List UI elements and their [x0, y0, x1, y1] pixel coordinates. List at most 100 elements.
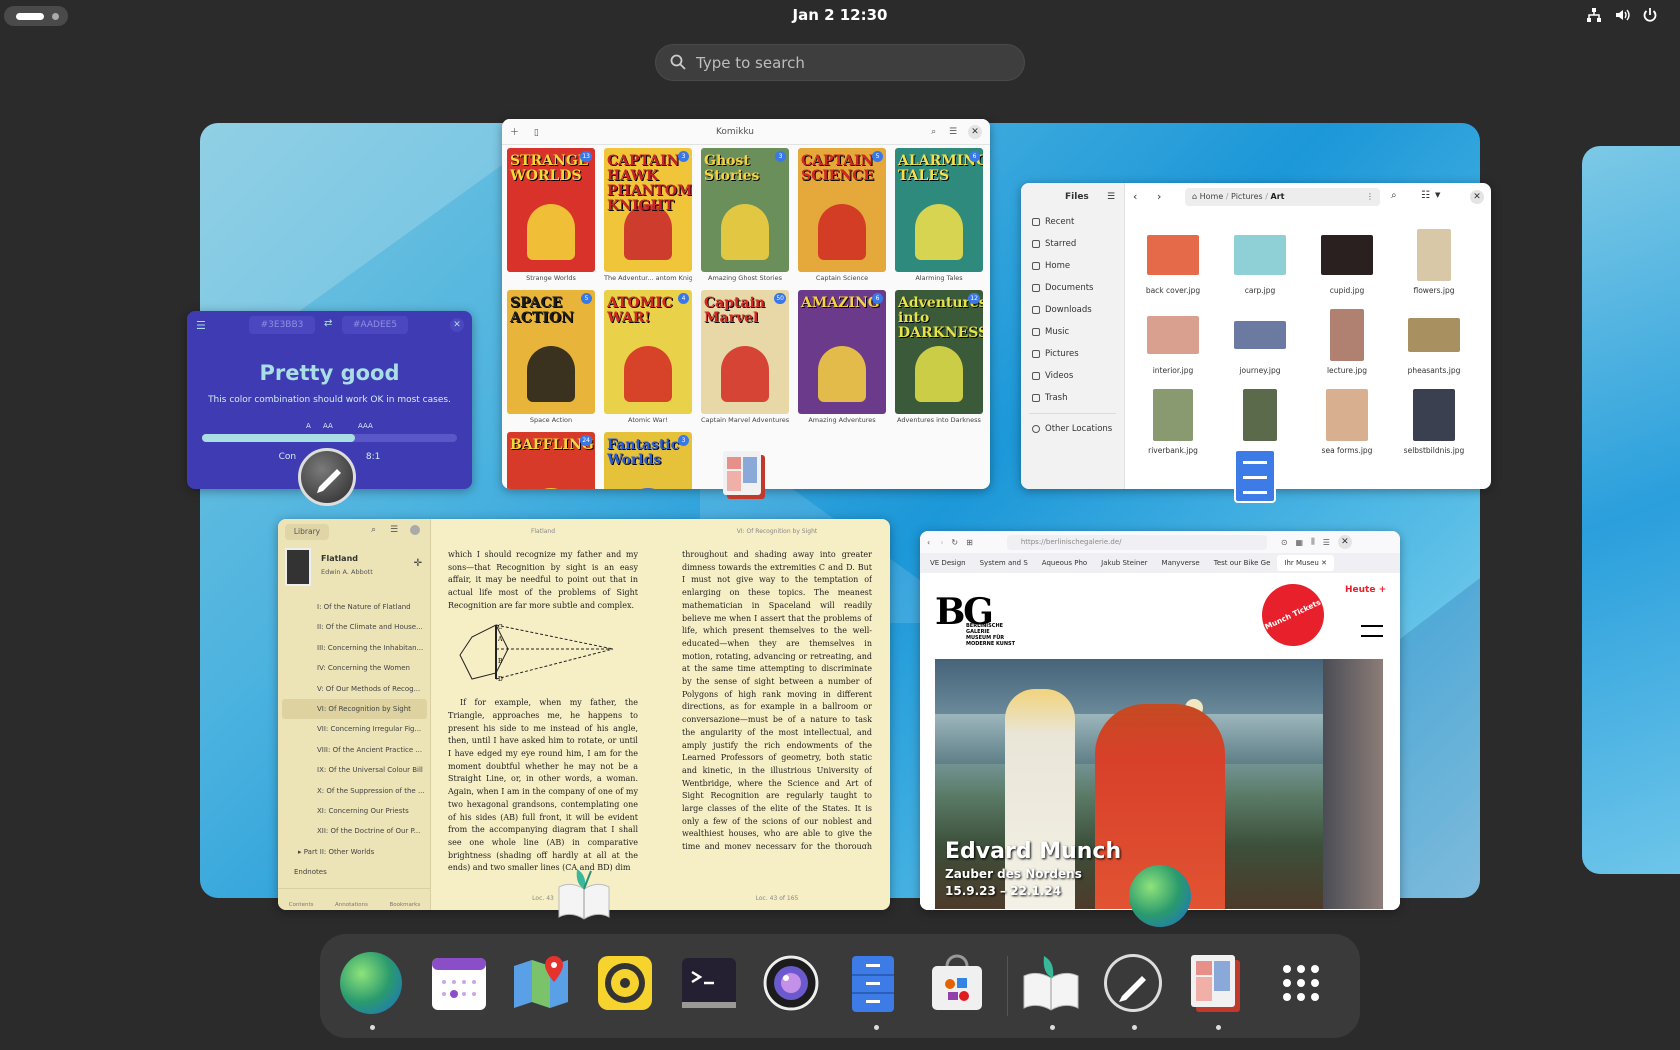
- comic-item[interactable]: BAFFLING 24: [507, 432, 595, 489]
- toc-item[interactable]: IX: Of the Universal Colour Bill: [278, 760, 431, 780]
- hamburger-menu-icon[interactable]: [1361, 625, 1383, 637]
- file-item[interactable]: lecture.jpg: [1305, 307, 1389, 387]
- toc-item[interactable]: II: Of the Climate and House...: [278, 617, 431, 637]
- comic-item[interactable]: CAPTAIN SCIENCE 5 Captain Science: [798, 148, 886, 284]
- comic-item[interactable]: Adventures into DARKNESS 12 Adventures int…: [895, 290, 983, 426]
- add-icon[interactable]: ＋: [510, 128, 519, 138]
- browser-window[interactable]: ‹ › ↻ ⊞ https://berlinischegalerie.de/ ⊙…: [920, 531, 1400, 910]
- sidebar-item-trash[interactable]: Trash: [1021, 387, 1124, 409]
- dock-terminal[interactable]: [678, 952, 742, 1016]
- comic-item[interactable]: CAPTAIN HAWK PHANTOM KNIGHT 3 The Adventur…: [604, 148, 692, 284]
- sidebar-item-music[interactable]: Music: [1021, 321, 1124, 343]
- dock-files[interactable]: [842, 952, 906, 1016]
- library-icon[interactable]: ⫼: [1311, 537, 1315, 547]
- search-bar[interactable]: [655, 44, 1025, 81]
- toc-item[interactable]: XI: Concerning Our Priests: [278, 801, 431, 821]
- tab-contents[interactable]: Contents: [289, 889, 314, 910]
- breadcrumb-art[interactable]: Art: [1271, 192, 1285, 201]
- file-item[interactable]: sea forms.jpg: [1305, 387, 1389, 467]
- chevron-down-icon[interactable]: ▼: [1435, 191, 1440, 199]
- url-field[interactable]: https://berlinischegalerie.de/: [1006, 534, 1267, 550]
- breadcrumb-pictures[interactable]: Pictures: [1231, 192, 1263, 201]
- dock-reader[interactable]: [1020, 952, 1084, 1016]
- comic-item[interactable]: Captain Marvel 50 Captain Marvel Adventure…: [701, 290, 789, 426]
- tab-annotations[interactable]: Annotations: [335, 889, 368, 910]
- toc-item[interactable]: III: Concerning the Inhabitan...: [278, 638, 431, 658]
- toc-item[interactable]: ▸ Part II: Other Worlds: [278, 842, 431, 862]
- search-icon[interactable]: ⌕: [1391, 190, 1397, 201]
- volume-icon[interactable]: [1614, 7, 1630, 23]
- system-tray[interactable]: [1586, 7, 1658, 23]
- tab-bookmarks[interactable]: Bookmarks: [389, 889, 420, 910]
- comic-item[interactable]: ATOMIC WAR! 4 Atomic War!: [604, 290, 692, 426]
- workspace-thumbnail-next[interactable]: [1582, 146, 1680, 874]
- toc-item[interactable]: VI: Of Recognition by Sight: [282, 698, 427, 720]
- bookmark-icon[interactable]: ▯: [534, 128, 539, 138]
- sidebar-item-home[interactable]: Home: [1021, 255, 1124, 277]
- close-icon[interactable]: ✕: [1337, 535, 1352, 549]
- sidebar-item-recent[interactable]: Recent: [1021, 211, 1124, 233]
- more-icon[interactable]: ⋮: [1366, 188, 1374, 206]
- menu-icon[interactable]: ☰: [949, 127, 957, 137]
- sidebar-item-pictures[interactable]: Pictures: [1021, 343, 1124, 365]
- forward-icon[interactable]: ›: [1157, 190, 1161, 203]
- breadcrumb[interactable]: ⌂ Home / Pictures / Art ⋮: [1185, 188, 1380, 206]
- power-icon[interactable]: [1642, 7, 1658, 23]
- toc-item[interactable]: XII: Of the Doctrine of Our P...: [278, 821, 431, 841]
- browser-tab[interactable]: Aqueous Pho: [1035, 559, 1094, 567]
- close-tab-icon[interactable]: ✕: [1319, 559, 1327, 567]
- toc-item[interactable]: VIII: Of the Ancient Practice ...: [278, 740, 431, 760]
- dock-camera[interactable]: [760, 952, 824, 1016]
- view-list-icon[interactable]: ☷: [1421, 190, 1430, 201]
- search-icon[interactable]: ⌕: [931, 127, 936, 137]
- sidebar-item-starred[interactable]: Starred: [1021, 233, 1124, 255]
- toc-item[interactable]: I: Of the Nature of Flatland: [278, 597, 431, 617]
- network-icon[interactable]: [1586, 7, 1602, 23]
- library-button[interactable]: Library: [285, 524, 329, 540]
- toc-item[interactable]: Endnotes: [278, 862, 431, 882]
- file-item[interactable]: cupid.jpg: [1305, 227, 1389, 307]
- sidebar-item-videos[interactable]: Videos: [1021, 365, 1124, 387]
- dock-contrast[interactable]: [1102, 952, 1166, 1016]
- browser-tab[interactable]: Jakub Steiner: [1094, 559, 1154, 567]
- activities-button[interactable]: [4, 6, 68, 26]
- sidebar-item-documents[interactable]: Documents: [1021, 277, 1124, 299]
- sidebar-item-downloads[interactable]: Downloads: [1021, 299, 1124, 321]
- foreground-color-field[interactable]: #3E3BB3: [249, 316, 315, 334]
- comic-item[interactable]: SPACE ACTION 5 Space Action: [507, 290, 595, 426]
- dock-maps[interactable]: [510, 952, 574, 1016]
- close-icon[interactable]: ✕: [1470, 190, 1484, 204]
- browser-tab[interactable]: Ihr Museu ✕: [1277, 555, 1334, 571]
- comic-item[interactable]: Ghost Stories 3 Amazing Ghost Stories: [701, 148, 789, 284]
- extensions-icon[interactable]: ▦: [1296, 538, 1304, 547]
- files-window[interactable]: Files ☰ Recent Starred Home Documents Downlo…: [1021, 183, 1491, 489]
- tickets-badge[interactable]: Munch Tickets: [1251, 573, 1335, 657]
- close-icon[interactable]: ✕: [968, 124, 982, 139]
- file-item[interactable]: carp.jpg: [1218, 227, 1302, 307]
- comic-item[interactable]: ALARMING TALES 6 Alarming Tales: [895, 148, 983, 284]
- comic-item[interactable]: AMAZING 6 Amazing Adventures: [798, 290, 886, 426]
- dock-software[interactable]: [926, 952, 990, 1016]
- forward-icon[interactable]: ›: [940, 538, 943, 547]
- toc-item[interactable]: X: Of the Suppression of the ...: [278, 781, 431, 801]
- toc-item[interactable]: V: Of Our Methods of Recog...: [278, 679, 431, 699]
- search-icon[interactable]: ⌕: [371, 525, 376, 535]
- komikku-window[interactable]: ＋ ▯ Komikku ⌕ ☰ ✕ STRANGE WORLDS 13 Strang…: [502, 119, 990, 489]
- close-icon[interactable]: ✕: [450, 318, 464, 332]
- dock-web-browser[interactable]: [340, 952, 404, 1016]
- background-color-field[interactable]: #AADEE5: [342, 316, 408, 334]
- search-input[interactable]: [696, 51, 1006, 75]
- toc-item[interactable]: VII: Concerning Irregular Fig...: [278, 719, 431, 739]
- back-icon[interactable]: ‹: [1133, 190, 1137, 203]
- file-item[interactable]: selbstbildnis.jpg: [1392, 387, 1476, 467]
- file-item[interactable]: journey.jpg: [1218, 307, 1302, 387]
- browser-tab[interactable]: System and S: [973, 559, 1035, 567]
- pin-icon[interactable]: [410, 525, 420, 535]
- reader-window[interactable]: Library ⌕ ☰ Flatland Edwin A. Abbott ✛ I…: [278, 519, 890, 910]
- breadcrumb-home[interactable]: Home: [1200, 192, 1224, 201]
- file-item[interactable]: flowers.jpg: [1392, 227, 1476, 307]
- clock[interactable]: Jan 2 12:30: [740, 6, 940, 24]
- bookmark-add-icon[interactable]: ✛: [414, 558, 422, 569]
- dock-app-grid[interactable]: [1270, 952, 1334, 1016]
- swap-colors-icon[interactable]: ⇄: [324, 318, 332, 329]
